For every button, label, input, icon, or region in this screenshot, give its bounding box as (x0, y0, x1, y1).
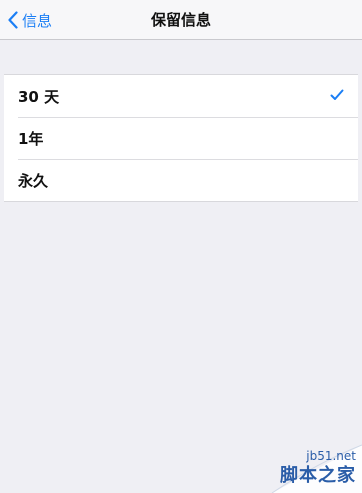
retention-options-list: 30 天 1年 永久 (4, 74, 358, 202)
option-label: 30 天 (18, 87, 60, 106)
option-30-days[interactable]: 30 天 (4, 75, 358, 117)
watermark-url: jb51.net (306, 449, 356, 463)
option-label: 永久 (18, 171, 49, 190)
navigation-bar: 信息 保留信息 (0, 0, 362, 40)
option-label: 1年 (18, 129, 44, 148)
checkmark-icon (330, 89, 344, 100)
option-1-year[interactable]: 1年 (4, 117, 358, 159)
page-title: 保留信息 (150, 11, 211, 29)
watermark-text: 脚本之家 (280, 465, 356, 486)
watermark-swoosh-icon (271, 444, 362, 493)
watermark: jb51.net 脚本之家 (232, 423, 362, 493)
option-forever[interactable]: 永久 (4, 159, 358, 201)
